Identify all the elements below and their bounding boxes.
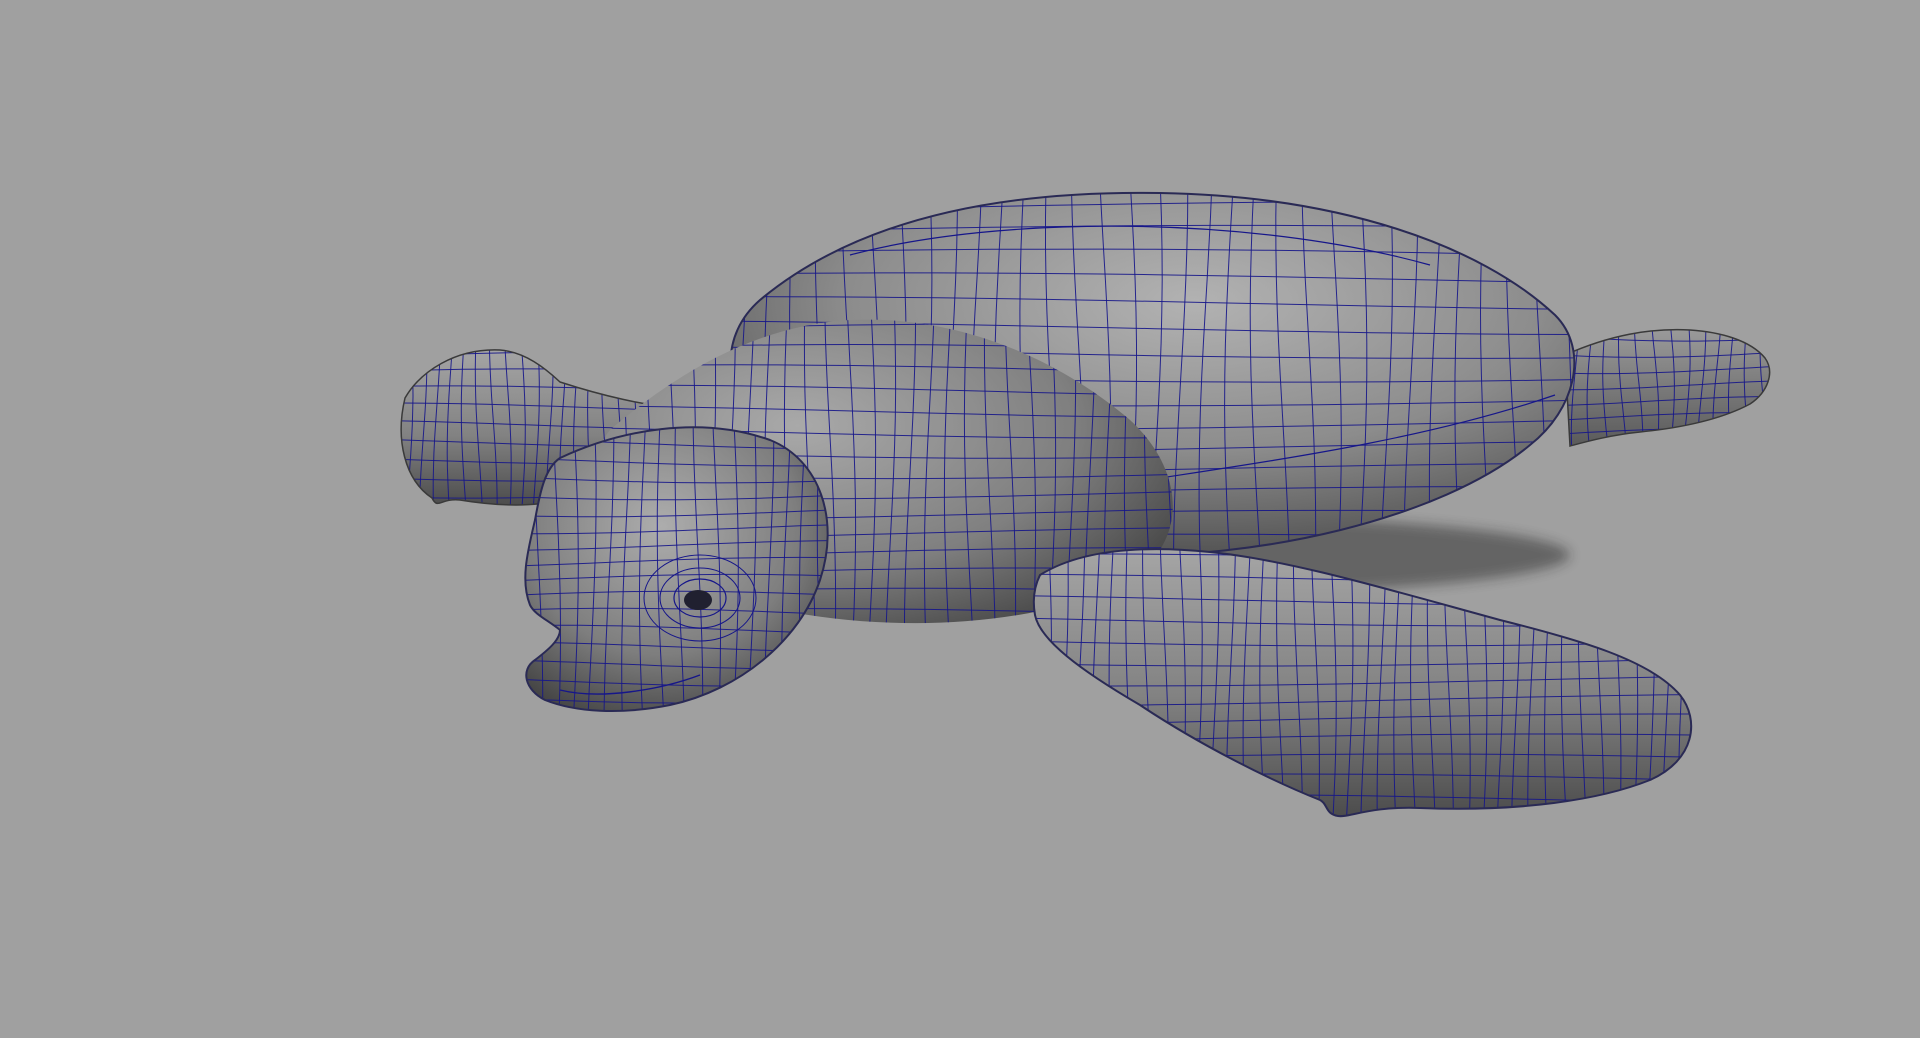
- 3d-viewport[interactable]: [0, 0, 1920, 1038]
- viewport-scene[interactable]: [0, 0, 1920, 1038]
